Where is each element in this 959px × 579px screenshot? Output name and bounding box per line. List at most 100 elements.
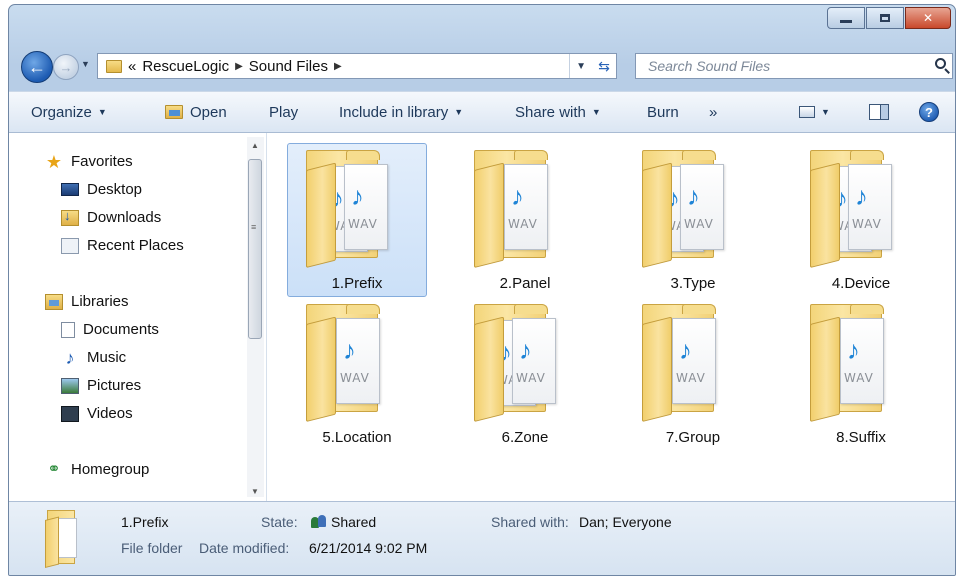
folder-name: 5.Location xyxy=(322,429,392,446)
help-button[interactable]: ? xyxy=(919,92,939,132)
open-label: Open xyxy=(190,103,227,121)
nav-libraries-label: Libraries xyxy=(71,293,129,310)
search-box[interactable] xyxy=(635,53,953,79)
chevron-down-icon: ▼ xyxy=(454,107,464,117)
wav-label: WAV xyxy=(340,371,370,385)
details-date-modified-label: Date modified: xyxy=(199,540,290,556)
view-icon xyxy=(799,106,815,118)
details-type: File folder xyxy=(121,540,183,556)
play-button[interactable]: Play xyxy=(269,92,298,132)
maximize-button[interactable] xyxy=(866,7,904,29)
folder-item[interactable]: ♪ WAV ♪ WAV 4.Device xyxy=(791,143,931,297)
more-commands-icon: » xyxy=(709,103,718,121)
search-input[interactable] xyxy=(646,57,930,75)
folder-item[interactable]: ♪ WAV ♪ WAV 6.Zone xyxy=(455,297,595,451)
share-with-menu[interactable]: Share with ▼ xyxy=(515,92,601,132)
nav-desktop-label: Desktop xyxy=(87,181,143,198)
burn-label: Burn xyxy=(647,103,679,121)
breadcrumb-separator-icon[interactable]: ▶ xyxy=(334,61,342,72)
nav-favorites[interactable]: ★ Favorites xyxy=(45,151,133,172)
chevron-down-icon: ▼ xyxy=(97,107,107,117)
nav-documents[interactable]: Documents xyxy=(61,321,159,338)
music-note-icon: ♪ xyxy=(679,335,692,365)
forward-button[interactable]: → xyxy=(53,54,79,80)
nav-desktop[interactable]: Desktop xyxy=(61,181,142,198)
nav-videos-label: Videos xyxy=(87,405,133,422)
close-button[interactable]: ✕ xyxy=(905,7,951,29)
breadcrumb-sound-files[interactable]: Sound Files xyxy=(249,58,328,75)
videos-icon xyxy=(61,405,79,422)
preview-pane-icon xyxy=(869,104,889,120)
nav-pictures[interactable]: Pictures xyxy=(61,377,141,394)
music-note-icon: ♪ xyxy=(687,181,700,211)
pictures-icon xyxy=(61,377,79,394)
chevron-down-icon: ▼ xyxy=(591,107,601,117)
scroll-up-icon[interactable]: ▲ xyxy=(251,141,259,150)
folder-item[interactable]: ♪ WAV 8.Suffix xyxy=(791,297,931,451)
organize-menu[interactable]: Organize ▼ xyxy=(31,92,107,132)
command-bar: Organize ▼ Open Play Include in library ▼ … xyxy=(9,91,955,133)
music-note-icon: ♪ xyxy=(511,181,524,211)
folder-name: 4.Device xyxy=(831,275,891,292)
nav-videos[interactable]: Videos xyxy=(61,405,133,422)
folder-icon: ♪ WAV ♪ WAV xyxy=(642,150,738,268)
breadcrumb-separator-icon[interactable]: ▶ xyxy=(235,61,243,72)
preview-pane-button[interactable] xyxy=(869,92,889,132)
refresh-icon[interactable]: ⇆ xyxy=(598,58,610,75)
address-history-dropdown-icon[interactable]: ▼ xyxy=(576,61,586,72)
music-note-icon: ♪ xyxy=(519,335,532,365)
forward-arrow-icon: → xyxy=(59,59,73,75)
favorites-star-icon: ★ xyxy=(45,151,63,172)
scroll-down-icon[interactable]: ▼ xyxy=(251,487,259,496)
details-state-value: Shared xyxy=(311,514,376,530)
wav-file-icon: ♪ WAV xyxy=(672,318,716,404)
desktop-icon xyxy=(61,183,79,196)
nav-recent-places[interactable]: Recent Places xyxy=(61,237,184,254)
open-button[interactable]: Open xyxy=(165,92,227,132)
include-in-library-menu[interactable]: Include in library ▼ xyxy=(339,92,463,132)
file-list: ♪ WAV ♪ WAV 1.Prefix ♪ WAV 2.Panel ♪ WAV ♪ WAV 3.Typ… xyxy=(267,133,955,501)
folder-name: 3.Type xyxy=(670,275,716,292)
organize-label: Organize xyxy=(31,103,92,121)
breadcrumb-overflow[interactable]: « xyxy=(128,58,136,75)
change-view-button[interactable]: ▼ xyxy=(799,92,830,132)
close-icon: ✕ xyxy=(922,11,934,25)
back-arrow-icon: ← xyxy=(28,56,46,77)
nav-downloads[interactable]: Downloads xyxy=(61,208,161,226)
address-bar[interactable]: « RescueLogic ▶ Sound Files ▶ ▼ ⇆ xyxy=(97,53,617,79)
include-in-library-label: Include in library xyxy=(339,103,449,121)
back-button[interactable]: ← xyxy=(21,51,53,83)
more-commands-button[interactable]: » xyxy=(709,92,717,132)
nav-pictures-label: Pictures xyxy=(87,377,142,394)
folder-icon: ♪ WAV xyxy=(474,150,570,268)
details-shared-with-value: Dan; Everyone xyxy=(579,514,672,530)
caption-buttons: ✕ xyxy=(826,7,951,29)
burn-button[interactable]: Burn xyxy=(647,92,679,132)
scrollbar-thumb[interactable] xyxy=(248,159,262,339)
wav-label: WAV xyxy=(508,217,538,231)
nav-libraries[interactable]: Libraries xyxy=(45,293,129,310)
music-note-icon: ♪ xyxy=(351,181,364,211)
maximize-icon xyxy=(880,14,890,22)
nav-pane-scrollbar[interactable]: ▲ ≡ ▼ xyxy=(247,137,264,497)
share-with-label: Share with xyxy=(515,103,586,121)
folder-item[interactable]: ♪ WAV 7.Group xyxy=(623,297,763,451)
chevron-down-icon: ▼ xyxy=(821,107,830,117)
nav-favorites-label: Favorites xyxy=(71,153,133,170)
folder-item[interactable]: ♪ WAV 5.Location xyxy=(287,297,427,451)
breadcrumb-rescuelogic[interactable]: RescueLogic xyxy=(142,58,229,75)
folder-thumbnail-icon xyxy=(45,510,85,568)
folder-name: 6.Zone xyxy=(501,429,549,446)
folder-item[interactable]: ♪ WAV 2.Panel xyxy=(455,143,595,297)
homegroup-icon: ⚭ xyxy=(47,460,61,478)
nav-homegroup[interactable]: ⚭ Homegroup xyxy=(45,461,149,478)
folder-icon: ♪ WAV xyxy=(642,304,738,422)
search-icon[interactable] xyxy=(935,58,946,69)
nav-music[interactable]: ♪ Music xyxy=(61,349,127,367)
folder-item[interactable]: ♪ WAV ♪ WAV 3.Type xyxy=(623,143,763,297)
folder-item[interactable]: ♪ WAV ♪ WAV 1.Prefix xyxy=(287,143,427,297)
wav-label: WAV xyxy=(676,371,706,385)
minimize-button[interactable] xyxy=(827,7,865,29)
libraries-icon xyxy=(45,293,63,310)
recent-pages-dropdown[interactable]: ▼ xyxy=(81,59,90,69)
